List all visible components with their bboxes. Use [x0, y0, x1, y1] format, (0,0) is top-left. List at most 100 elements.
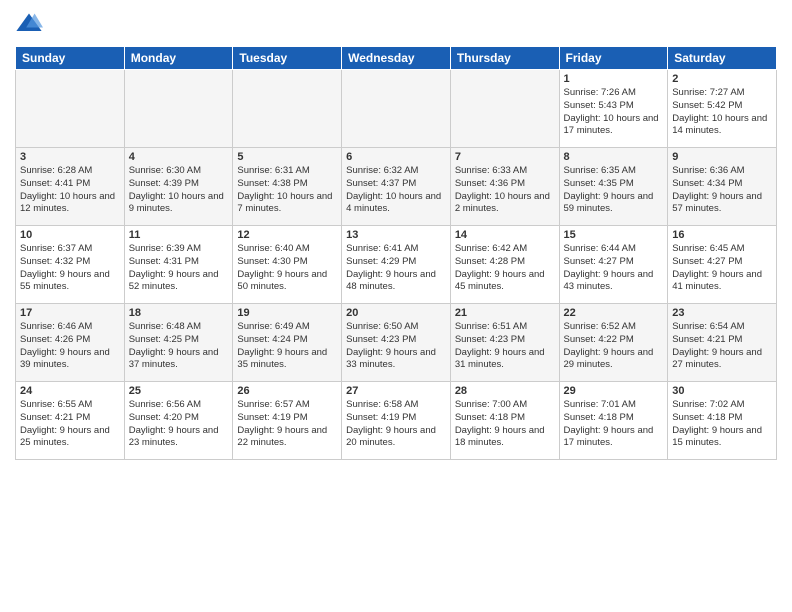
week-row-5: 24 Sunrise: 6:55 AM Sunset: 4:21 PM Dayli… [16, 382, 777, 460]
day-cell-20: 20 Sunrise: 6:50 AM Sunset: 4:23 PM Dayli… [342, 304, 451, 382]
weekday-header-tuesday: Tuesday [233, 47, 342, 70]
day-number-9: 9 [672, 151, 772, 163]
day-number-21: 21 [455, 307, 555, 319]
day-cell-28: 28Sunrise: 7:00 AM Sunset: 4:18 PM Dayli… [450, 382, 559, 460]
day-cell-13: 13 Sunrise: 6:41 AM Sunset: 4:29 PM Dayli… [342, 226, 451, 304]
day-info-20: Sunrise: 6:50 AM Sunset: 4:23 PM Dayligh… [346, 321, 446, 372]
logo-icon [15, 10, 43, 38]
day-info-27: Sunrise: 6:58 AM Sunset: 4:19 PM Dayligh… [346, 399, 446, 450]
week-row-2: 3 Sunrise: 6:28 AM Sunset: 4:41 PM Daylig… [16, 148, 777, 226]
day-cell-22: 22 Sunrise: 6:52 AM Sunset: 4:22 PM Dayli… [559, 304, 668, 382]
day-info-29: Sunrise: 7:01 AM Sunset: 4:18 PM Dayligh… [564, 399, 664, 450]
day-info-23: Sunrise: 6:54 AM Sunset: 4:21 PM Dayligh… [672, 321, 772, 372]
day-info-13: Sunrise: 6:41 AM Sunset: 4:29 PM Dayligh… [346, 243, 446, 294]
day-info-8: Sunrise: 6:35 AM Sunset: 4:35 PM Dayligh… [564, 165, 664, 216]
day-cell-9: 9 Sunrise: 6:36 AM Sunset: 4:34 PM Daylig… [668, 148, 777, 226]
weekday-header-wednesday: Wednesday [342, 47, 451, 70]
day-number-11: 11 [129, 229, 229, 241]
day-number-6: 6 [346, 151, 446, 163]
weekday-header-thursday: Thursday [450, 47, 559, 70]
day-info-5: Sunrise: 6:31 AM Sunset: 4:38 PM Dayligh… [237, 165, 337, 216]
day-cell-23: 23 Sunrise: 6:54 AM Sunset: 4:21 PM Dayli… [668, 304, 777, 382]
day-info-19: Sunrise: 6:49 AM Sunset: 4:24 PM Dayligh… [237, 321, 337, 372]
day-number-20: 20 [346, 307, 446, 319]
weekday-header-saturday: Saturday [668, 47, 777, 70]
day-info-6: Sunrise: 6:32 AM Sunset: 4:37 PM Dayligh… [346, 165, 446, 216]
day-info-22: Sunrise: 6:52 AM Sunset: 4:22 PM Dayligh… [564, 321, 664, 372]
day-number-8: 8 [564, 151, 664, 163]
week-row-3: 10 Sunrise: 6:37 AM Sunset: 4:32 PM Dayli… [16, 226, 777, 304]
weekday-header-row: SundayMondayTuesdayWednesdayThursdayFrid… [16, 47, 777, 70]
day-number-30: 30 [672, 385, 772, 397]
header [15, 10, 777, 38]
day-info-11: Sunrise: 6:39 AM Sunset: 4:31 PM Dayligh… [129, 243, 229, 294]
day-number-18: 18 [129, 307, 229, 319]
day-number-24: 24 [20, 385, 120, 397]
day-number-25: 25 [129, 385, 229, 397]
day-info-25: Sunrise: 6:56 AM Sunset: 4:20 PM Dayligh… [129, 399, 229, 450]
day-cell-29: 29 Sunrise: 7:01 AM Sunset: 4:18 PM Dayli… [559, 382, 668, 460]
day-info-9: Sunrise: 6:36 AM Sunset: 4:34 PM Dayligh… [672, 165, 772, 216]
day-info-26: Sunrise: 6:57 AM Sunset: 4:19 PM Dayligh… [237, 399, 337, 450]
day-cell-21: 21Sunrise: 6:51 AM Sunset: 4:23 PM Dayli… [450, 304, 559, 382]
day-info-28: Sunrise: 7:00 AM Sunset: 4:18 PM Dayligh… [455, 399, 555, 450]
day-number-12: 12 [237, 229, 337, 241]
day-info-12: Sunrise: 6:40 AM Sunset: 4:30 PM Dayligh… [237, 243, 337, 294]
day-number-23: 23 [672, 307, 772, 319]
day-number-3: 3 [20, 151, 120, 163]
day-cell-4: 4 Sunrise: 6:30 AM Sunset: 4:39 PM Daylig… [124, 148, 233, 226]
weekday-header-sunday: Sunday [16, 47, 125, 70]
day-cell-empty [450, 70, 559, 148]
day-number-4: 4 [129, 151, 229, 163]
day-cell-14: 14Sunrise: 6:42 AM Sunset: 4:28 PM Dayli… [450, 226, 559, 304]
day-info-30: Sunrise: 7:02 AM Sunset: 4:18 PM Dayligh… [672, 399, 772, 450]
day-info-2: Sunrise: 7:27 AM Sunset: 5:42 PM Dayligh… [672, 87, 772, 138]
day-number-14: 14 [455, 229, 555, 241]
day-cell-27: 27Sunrise: 6:58 AM Sunset: 4:19 PM Dayli… [342, 382, 451, 460]
day-info-1: Sunrise: 7:26 AM Sunset: 5:43 PM Dayligh… [564, 87, 664, 138]
day-number-29: 29 [564, 385, 664, 397]
day-number-7: 7 [455, 151, 555, 163]
day-number-5: 5 [237, 151, 337, 163]
day-info-3: Sunrise: 6:28 AM Sunset: 4:41 PM Dayligh… [20, 165, 120, 216]
day-cell-25: 25 Sunrise: 6:56 AM Sunset: 4:20 PM Dayli… [124, 382, 233, 460]
day-info-4: Sunrise: 6:30 AM Sunset: 4:39 PM Dayligh… [129, 165, 229, 216]
day-info-17: Sunrise: 6:46 AM Sunset: 4:26 PM Dayligh… [20, 321, 120, 372]
day-info-7: Sunrise: 6:33 AM Sunset: 4:36 PM Dayligh… [455, 165, 555, 216]
day-info-18: Sunrise: 6:48 AM Sunset: 4:25 PM Dayligh… [129, 321, 229, 372]
day-number-2: 2 [672, 73, 772, 85]
day-number-10: 10 [20, 229, 120, 241]
week-row-1: 1 Sunrise: 7:26 AM Sunset: 5:43 PM Daylig… [16, 70, 777, 148]
day-cell-5: 5 Sunrise: 6:31 AM Sunset: 4:38 PM Daylig… [233, 148, 342, 226]
day-cell-2: 2 Sunrise: 7:27 AM Sunset: 5:42 PM Daylig… [668, 70, 777, 148]
day-cell-12: 12 Sunrise: 6:40 AM Sunset: 4:30 PM Dayli… [233, 226, 342, 304]
week-row-4: 17 Sunrise: 6:46 AM Sunset: 4:26 PM Dayli… [16, 304, 777, 382]
day-cell-17: 17 Sunrise: 6:46 AM Sunset: 4:26 PM Dayli… [16, 304, 125, 382]
day-cell-11: 11 Sunrise: 6:39 AM Sunset: 4:31 PM Dayli… [124, 226, 233, 304]
day-info-24: Sunrise: 6:55 AM Sunset: 4:21 PM Dayligh… [20, 399, 120, 450]
calendar-body: 1 Sunrise: 7:26 AM Sunset: 5:43 PM Daylig… [16, 70, 777, 460]
day-cell-8: 8 Sunrise: 6:35 AM Sunset: 4:35 PM Daylig… [559, 148, 668, 226]
day-cell-24: 24 Sunrise: 6:55 AM Sunset: 4:21 PM Dayli… [16, 382, 125, 460]
day-cell-15: 15 Sunrise: 6:44 AM Sunset: 4:27 PM Dayli… [559, 226, 668, 304]
day-cell-1: 1 Sunrise: 7:26 AM Sunset: 5:43 PM Daylig… [559, 70, 668, 148]
day-cell-19: 19 Sunrise: 6:49 AM Sunset: 4:24 PM Dayli… [233, 304, 342, 382]
day-number-13: 13 [346, 229, 446, 241]
day-cell-empty [233, 70, 342, 148]
day-info-15: Sunrise: 6:44 AM Sunset: 4:27 PM Dayligh… [564, 243, 664, 294]
day-cell-26: 26Sunrise: 6:57 AM Sunset: 4:19 PM Dayli… [233, 382, 342, 460]
day-number-15: 15 [564, 229, 664, 241]
day-cell-10: 10 Sunrise: 6:37 AM Sunset: 4:32 PM Dayli… [16, 226, 125, 304]
day-cell-3: 3 Sunrise: 6:28 AM Sunset: 4:41 PM Daylig… [16, 148, 125, 226]
day-cell-6: 6 Sunrise: 6:32 AM Sunset: 4:37 PM Daylig… [342, 148, 451, 226]
day-number-22: 22 [564, 307, 664, 319]
day-info-10: Sunrise: 6:37 AM Sunset: 4:32 PM Dayligh… [20, 243, 120, 294]
logo [15, 10, 47, 38]
day-number-1: 1 [564, 73, 664, 85]
day-cell-30: 30 Sunrise: 7:02 AM Sunset: 4:18 PM Dayli… [668, 382, 777, 460]
day-number-17: 17 [20, 307, 120, 319]
weekday-header-monday: Monday [124, 47, 233, 70]
day-cell-18: 18 Sunrise: 6:48 AM Sunset: 4:25 PM Dayli… [124, 304, 233, 382]
day-cell-empty [342, 70, 451, 148]
day-number-19: 19 [237, 307, 337, 319]
